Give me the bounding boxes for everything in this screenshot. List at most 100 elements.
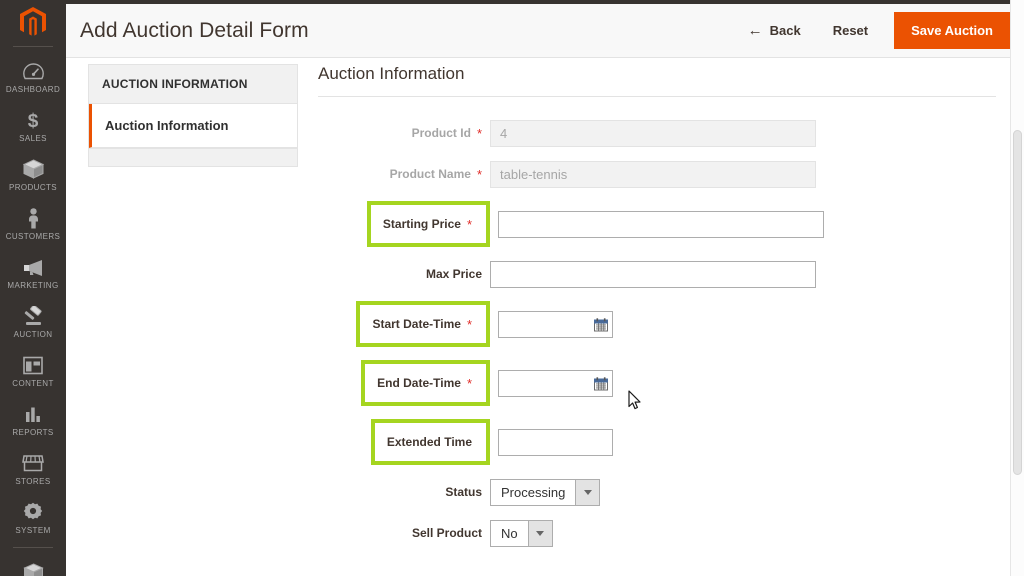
control-status: Processing: [490, 478, 601, 506]
field-label: Starting Price: [382, 217, 461, 231]
sidebar-item-label: STORES: [15, 477, 51, 486]
sidebar-item-reports[interactable]: REPORTS: [0, 396, 66, 445]
highlight-box-starting-price: Starting Price *: [366, 201, 490, 247]
control-end-date-time: [498, 369, 613, 397]
header-actions: ← Back Reset Save Auction: [732, 12, 1010, 49]
required-marker: *: [476, 125, 482, 141]
control-max-price: [490, 260, 816, 288]
field-label: Max Price: [425, 267, 482, 281]
megaphone-icon: [21, 256, 45, 278]
back-button-label: Back: [769, 23, 801, 38]
required-marker: *: [466, 316, 472, 332]
page-scrollbar-track[interactable]: [1010, 0, 1024, 576]
field-label: Sell Product: [411, 526, 482, 540]
label-box-product-name: Product Name *: [318, 160, 490, 188]
field-row-end-date-time: End Date-Time *: [318, 360, 996, 406]
chevron-down-icon: [575, 479, 600, 505]
field-label: Status: [445, 485, 482, 499]
main-sidebar: DASHBOARD $ SALES PRODUCTS CUSTOMERS MAR…: [0, 0, 66, 576]
label-box-status: Status: [318, 478, 490, 506]
sidebar-item-stores[interactable]: STORES: [0, 445, 66, 494]
field-label: Product Name: [389, 167, 471, 181]
dashboard-icon: [21, 60, 45, 82]
sidebar-item-label: PRODUCTS: [8, 183, 58, 192]
control-product-name: [490, 160, 816, 188]
max-price-input[interactable]: [490, 260, 816, 288]
sell-product-select-value: No: [501, 525, 518, 541]
storefront-icon: [21, 452, 45, 474]
magento-logo[interactable]: [0, 0, 66, 42]
field-row-extended-time: Extended Time: [318, 419, 996, 465]
auction-information-form: Auction Information Product Id * Product…: [318, 64, 996, 560]
person-icon: [21, 207, 45, 229]
calendar-icon: [593, 376, 608, 390]
sidebar-item-label: AUCTION: [13, 330, 53, 339]
field-label: Product Id: [411, 126, 471, 140]
sidebar-item-dashboard[interactable]: DASHBOARD: [0, 53, 66, 102]
save-auction-button[interactable]: Save Auction: [894, 12, 1010, 49]
label-wrap-starting-price: Starting Price *: [318, 201, 498, 247]
sidebar-item-sales[interactable]: $ SALES: [0, 102, 66, 151]
label-wrap-extended-time: Extended Time: [318, 419, 498, 465]
sidebar-item-label: DASHBOARD: [5, 85, 61, 94]
form-tabs-panel: AUCTION INFORMATION Auction Information: [88, 64, 298, 167]
chevron-down-icon: [527, 520, 552, 546]
calendar-icon: [593, 317, 608, 331]
reset-button[interactable]: Reset: [817, 15, 884, 46]
status-select[interactable]: Processing: [490, 478, 601, 506]
highlight-box-end-date-time: End Date-Time *: [361, 360, 490, 406]
label-box-sell-product: Sell Product: [318, 519, 490, 547]
start-date-time-wrap: [498, 310, 613, 338]
sidebar-item-label: CONTENT: [12, 379, 54, 388]
page-scrollbar-thumb[interactable]: [1013, 130, 1022, 475]
end-date-time-calendar-button[interactable]: [593, 376, 608, 391]
highlight-box-start-date-time: Start Date-Time *: [356, 301, 490, 347]
sidebar-item-find-partners-extensions[interactable]: FIND PARTNERS & EXTENSIONS: [0, 554, 66, 576]
magento-logo-icon: [20, 7, 46, 36]
back-button[interactable]: ← Back: [732, 15, 817, 46]
admin-page: DASHBOARD $ SALES PRODUCTS CUSTOMERS MAR…: [0, 0, 1024, 576]
sidebar-item-products[interactable]: PRODUCTS: [0, 151, 66, 200]
control-extended-time: [498, 428, 613, 456]
starting-price-input[interactable]: [498, 210, 824, 238]
sidebar-item-label: REPORTS: [12, 428, 54, 437]
field-row-starting-price: Starting Price *: [318, 201, 996, 247]
sidebar-item-system[interactable]: SYSTEM: [0, 494, 66, 543]
field-label: Extended Time: [386, 435, 472, 449]
extended-time-input[interactable]: [498, 428, 613, 456]
label-box-max-price: Max Price: [318, 260, 490, 288]
sidebar-item-content[interactable]: CONTENT: [0, 347, 66, 396]
reset-button-label: Reset: [832, 23, 869, 38]
layout-icon: [21, 354, 45, 376]
sidebar-item-marketing[interactable]: MARKETING: [0, 249, 66, 298]
puzzle-box-icon: [21, 561, 45, 576]
field-row-max-price: Max Price: [318, 260, 996, 288]
box-icon: [21, 158, 45, 180]
arrow-left-icon: ←: [747, 22, 763, 39]
sidebar-item-customers[interactable]: CUSTOMERS: [0, 200, 66, 249]
tabs-panel-footer: [88, 149, 298, 167]
required-marker: *: [476, 166, 482, 182]
sidebar-item-label: CUSTOMERS: [5, 232, 61, 241]
page-title: Add Auction Detail Form: [80, 18, 309, 42]
sidebar-item-label: SYSTEM: [15, 526, 51, 535]
control-starting-price: [498, 210, 824, 238]
svg-text:$: $: [28, 111, 39, 131]
tab-auction-information[interactable]: Auction Information: [89, 104, 297, 148]
tab-label: Auction Information: [105, 118, 229, 133]
field-label: Start Date-Time: [372, 317, 461, 331]
form-section-title: Auction Information: [318, 64, 996, 97]
sidebar-item-label: MARKETING: [7, 281, 59, 290]
sidebar-item-auction[interactable]: AUCTION: [0, 298, 66, 347]
field-row-start-date-time: Start Date-Time *: [318, 301, 996, 347]
control-start-date-time: [498, 310, 613, 338]
dollar-icon: $: [21, 109, 45, 131]
product-name-input: [490, 160, 816, 188]
sell-product-select[interactable]: No: [490, 519, 553, 547]
sidebar-item-label: SALES: [19, 134, 47, 143]
label-wrap-start-date-time: Start Date-Time *: [318, 301, 498, 347]
required-marker: *: [466, 375, 472, 391]
status-select-value: Processing: [501, 484, 566, 500]
start-date-time-calendar-button[interactable]: [593, 317, 608, 332]
control-product-id: [490, 119, 816, 147]
